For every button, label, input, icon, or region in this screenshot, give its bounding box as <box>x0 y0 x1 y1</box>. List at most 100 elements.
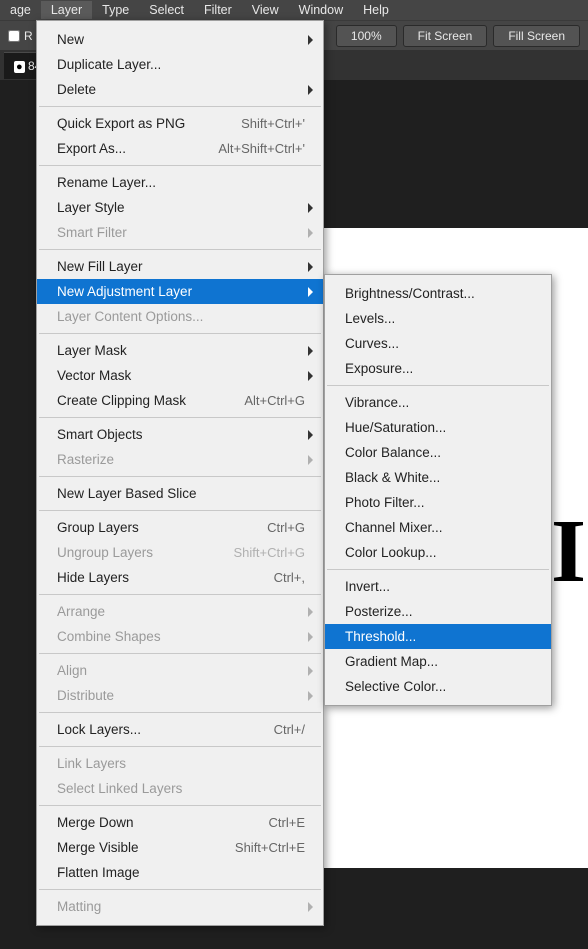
layer-menu-item-rename-layer[interactable]: Rename Layer... <box>37 170 323 195</box>
menu-label: Vector Mask <box>57 368 311 383</box>
menu-separator <box>39 333 321 334</box>
layer-menu-item-create-clipping-mask[interactable]: Create Clipping MaskAlt+Ctrl+G <box>37 388 323 413</box>
layer-menu-item-layer-content-options: Layer Content Options... <box>37 304 323 329</box>
menu-label: New Adjustment Layer <box>57 284 311 299</box>
fit-screen-button[interactable]: Fit Screen <box>403 25 488 47</box>
submenu-arrow-icon <box>308 691 313 701</box>
adjustment-submenu-item-gradient-map[interactable]: Gradient Map... <box>325 649 551 674</box>
adjustment-submenu-item-levels[interactable]: Levels... <box>325 306 551 331</box>
menu-label: Vibrance... <box>345 395 539 410</box>
layer-menu-item-new-adjustment-layer[interactable]: New Adjustment Layer <box>37 279 323 304</box>
adjustment-submenu-item-invert[interactable]: Invert... <box>325 574 551 599</box>
layer-menu-item-new-layer-based-slice[interactable]: New Layer Based Slice <box>37 481 323 506</box>
menu-separator <box>39 249 321 250</box>
layer-menu-item-lock-layers[interactable]: Lock Layers...Ctrl+/ <box>37 717 323 742</box>
layer-menu-item-new-fill-layer[interactable]: New Fill Layer <box>37 254 323 279</box>
menu-label: Flatten Image <box>57 865 311 880</box>
menu-label: Lock Layers... <box>57 722 274 737</box>
menubar-item-layer[interactable]: Layer <box>41 1 92 19</box>
layer-menu-item-quick-export-as-png[interactable]: Quick Export as PNGShift+Ctrl+' <box>37 111 323 136</box>
menu-label: Hide Layers <box>57 570 274 585</box>
submenu-arrow-icon <box>308 228 313 238</box>
menu-shortcut: Alt+Ctrl+G <box>244 393 311 408</box>
menu-label: Smart Filter <box>57 225 311 240</box>
layer-menu-item-export-as[interactable]: Export As...Alt+Shift+Ctrl+' <box>37 136 323 161</box>
submenu-arrow-icon <box>308 35 313 45</box>
menu-label: Posterize... <box>345 604 539 619</box>
menu-shortcut: Ctrl+E <box>269 815 311 830</box>
adjustment-submenu-item-vibrance[interactable]: Vibrance... <box>325 390 551 415</box>
menu-label: Selective Color... <box>345 679 539 694</box>
layer-menu-item-layer-mask[interactable]: Layer Mask <box>37 338 323 363</box>
layer-menu-item-align: Align <box>37 658 323 683</box>
menu-separator <box>39 889 321 890</box>
menu-label: Delete <box>57 82 311 97</box>
layer-menu-item-delete[interactable]: Delete <box>37 77 323 102</box>
submenu-arrow-icon <box>308 371 313 381</box>
layer-menu-item-distribute: Distribute <box>37 683 323 708</box>
menubar-item-image[interactable]: age <box>0 1 41 19</box>
layer-menu-item-select-linked-layers: Select Linked Layers <box>37 776 323 801</box>
menu-label: Hue/Saturation... <box>345 420 539 435</box>
submenu-arrow-icon <box>308 666 313 676</box>
menu-shortcut: Ctrl+/ <box>274 722 311 737</box>
adjustment-submenu-item-posterize[interactable]: Posterize... <box>325 599 551 624</box>
menubar-item-help[interactable]: Help <box>353 1 399 19</box>
layer-menu: NewDuplicate Layer... Delete Quick Export … <box>36 20 324 926</box>
layer-menu-item-arrange: Arrange <box>37 599 323 624</box>
menu-separator <box>327 385 549 386</box>
fill-screen-button[interactable]: Fill Screen <box>493 25 580 47</box>
adjustment-submenu-item-curves[interactable]: Curves... <box>325 331 551 356</box>
menu-label: Channel Mixer... <box>345 520 539 535</box>
layer-menu-item-smart-filter: Smart Filter <box>37 220 323 245</box>
layer-menu-item-group-layers[interactable]: Group LayersCtrl+G <box>37 515 323 540</box>
menubar-item-window[interactable]: Window <box>289 1 353 19</box>
menu-separator <box>39 165 321 166</box>
menubar-item-type[interactable]: Type <box>92 1 139 19</box>
menu-label: Layer Style <box>57 200 311 215</box>
text-cursor-icon: I <box>551 500 586 603</box>
layer-menu-item-hide-layers[interactable]: Hide LayersCtrl+, <box>37 565 323 590</box>
adjustment-submenu-item-brightness-contrast[interactable]: Brightness/Contrast... <box>325 281 551 306</box>
adjustment-submenu-item-black-white[interactable]: Black & White... <box>325 465 551 490</box>
adjustment-submenu-item-hue-saturation[interactable]: Hue/Saturation... <box>325 415 551 440</box>
menu-label: Distribute <box>57 688 311 703</box>
menu-label: Layer Mask <box>57 343 311 358</box>
submenu-arrow-icon <box>308 902 313 912</box>
menu-label: Align <box>57 663 311 678</box>
layer-menu-item-vector-mask[interactable]: Vector Mask <box>37 363 323 388</box>
menu-separator <box>39 805 321 806</box>
menu-label: Layer Content Options... <box>57 309 311 324</box>
zoom-100-button[interactable]: 100% <box>336 25 397 47</box>
menu-label: Link Layers <box>57 756 311 771</box>
toolbar-checkbox-r[interactable]: R <box>8 29 33 43</box>
menu-separator <box>39 476 321 477</box>
menu-label: Threshold... <box>345 629 539 644</box>
layer-menu-item-flatten-image[interactable]: Flatten Image <box>37 860 323 885</box>
layer-menu-item-layer-style[interactable]: Layer Style <box>37 195 323 220</box>
adjustment-submenu-item-selective-color[interactable]: Selective Color... <box>325 674 551 699</box>
layer-menu-item-merge-visible[interactable]: Merge VisibleShift+Ctrl+E <box>37 835 323 860</box>
menu-label: Merge Visible <box>57 840 235 855</box>
menu-separator <box>327 569 549 570</box>
menu-label: Create Clipping Mask <box>57 393 244 408</box>
menubar-item-filter[interactable]: Filter <box>194 1 242 19</box>
layer-menu-item-merge-down[interactable]: Merge DownCtrl+E <box>37 810 323 835</box>
menu-label: Select Linked Layers <box>57 781 311 796</box>
layer-menu-item-duplicate-layer[interactable]: Duplicate Layer... <box>37 52 323 77</box>
adjustment-submenu-item-channel-mixer[interactable]: Channel Mixer... <box>325 515 551 540</box>
checkbox-r[interactable] <box>8 30 20 42</box>
adjustment-submenu-item-color-balance[interactable]: Color Balance... <box>325 440 551 465</box>
menu-label: Color Balance... <box>345 445 539 460</box>
adjustment-submenu-item-color-lookup[interactable]: Color Lookup... <box>325 540 551 565</box>
adjustment-submenu-item-threshold[interactable]: Threshold... <box>325 624 551 649</box>
layer-menu-item-new[interactable]: New <box>37 27 323 52</box>
adjustment-submenu-item-photo-filter[interactable]: Photo Filter... <box>325 490 551 515</box>
submenu-arrow-icon <box>308 287 313 297</box>
layer-menu-item-smart-objects[interactable]: Smart Objects <box>37 422 323 447</box>
menubar-item-select[interactable]: Select <box>139 1 194 19</box>
menu-separator <box>39 712 321 713</box>
menu-label: Black & White... <box>345 470 539 485</box>
menubar-item-view[interactable]: View <box>242 1 289 19</box>
adjustment-submenu-item-exposure[interactable]: Exposure... <box>325 356 551 381</box>
